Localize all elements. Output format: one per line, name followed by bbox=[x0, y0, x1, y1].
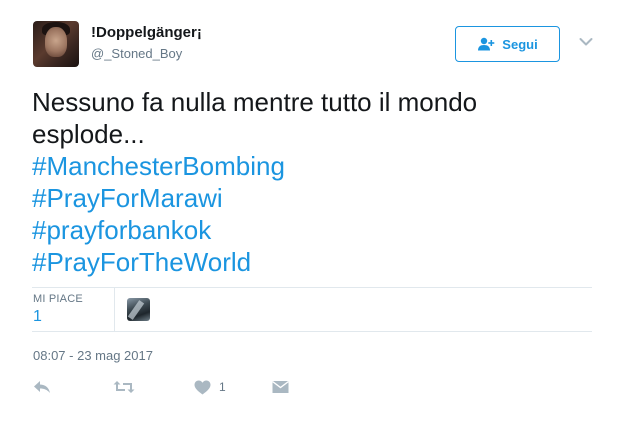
user-avatar[interactable] bbox=[33, 21, 79, 67]
hashtag-link[interactable]: #PrayForMarawi bbox=[32, 182, 592, 214]
retweet-button[interactable] bbox=[113, 376, 135, 398]
hashtag-link[interactable]: #PrayForTheWorld bbox=[32, 246, 592, 278]
heart-icon bbox=[194, 380, 211, 394]
tweet-text-line: Nessuno fa nulla mentre tutto il mondo bbox=[32, 87, 478, 117]
likes-label: MI PIACE bbox=[33, 293, 83, 305]
divider bbox=[32, 331, 592, 332]
follow-button[interactable]: Segui bbox=[455, 26, 560, 62]
direct-message-button[interactable] bbox=[272, 376, 289, 398]
chevron-down-icon[interactable] bbox=[579, 37, 593, 47]
hashtag-link[interactable]: #prayforbankok bbox=[32, 214, 592, 246]
stats-separator bbox=[114, 287, 115, 331]
tweet-timestamp[interactable]: 08:07 - 23 mag 2017 bbox=[33, 348, 153, 363]
liker-avatar[interactable] bbox=[127, 298, 150, 321]
avatar-face bbox=[45, 27, 67, 57]
tweet-text-line: esplode... bbox=[32, 119, 145, 149]
like-button[interactable]: 1 bbox=[194, 376, 226, 398]
reply-button[interactable] bbox=[33, 376, 51, 398]
tweet-card: !Doppelgänger¡ @_Stoned_Boy Segui Nessun… bbox=[0, 0, 627, 421]
add-user-icon bbox=[478, 37, 495, 51]
like-count: 1 bbox=[219, 380, 226, 394]
reply-icon bbox=[34, 381, 50, 393]
likes-count-link[interactable]: 1 bbox=[33, 308, 42, 326]
liker-avatar-streak bbox=[127, 300, 145, 320]
hashtag-link[interactable]: #ManchesterBombing bbox=[32, 150, 592, 182]
follow-button-label: Segui bbox=[502, 36, 538, 52]
divider bbox=[32, 287, 592, 288]
tweet-text: Nessuno fa nulla mentre tutto il mondo e… bbox=[32, 86, 592, 278]
retweet-icon bbox=[113, 381, 135, 393]
username[interactable]: @_Stoned_Boy bbox=[91, 46, 182, 61]
envelope-icon bbox=[272, 380, 289, 393]
display-name[interactable]: !Doppelgänger¡ bbox=[91, 24, 202, 41]
